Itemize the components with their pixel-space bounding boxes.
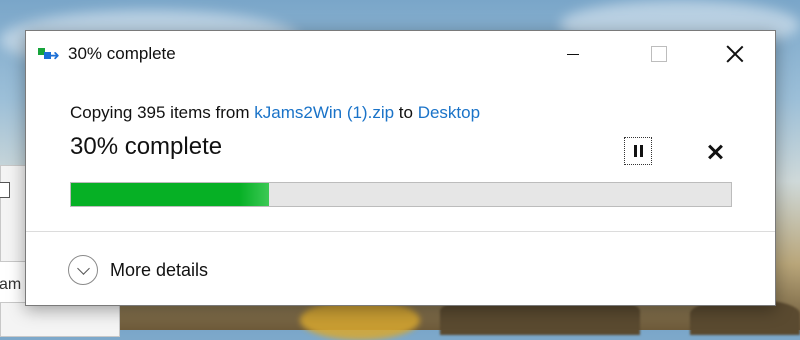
copy-progress-dialog: ➜ 30% complete Copying 395 items from kJ… (25, 30, 776, 306)
close-button[interactable] (712, 31, 758, 77)
progress-status: 30% complete (70, 133, 223, 160)
minimize-icon (567, 53, 579, 55)
chevron-down-icon (76, 261, 90, 275)
pause-icon (633, 145, 643, 157)
minimize-button[interactable] (550, 31, 596, 77)
background-checkbox[interactable] (0, 182, 10, 198)
title-bar[interactable]: ➜ 30% complete (26, 31, 775, 77)
progress-bar-fill (71, 183, 269, 206)
pause-button[interactable] (624, 137, 652, 165)
background-field-text: am (0, 276, 22, 293)
copy-prefix: Copying 395 items from (70, 103, 255, 122)
more-details-label: More details (110, 259, 209, 280)
expand-circle (68, 255, 98, 285)
more-details-button[interactable]: More details (68, 253, 208, 287)
file-copy-icon: ➜ (38, 46, 60, 62)
window-title: 30% complete (68, 44, 176, 63)
maximize-button (636, 31, 682, 77)
cancel-button[interactable] (700, 137, 730, 167)
maximize-icon (651, 46, 667, 62)
close-icon (726, 45, 744, 63)
destination-link[interactable]: Desktop (418, 103, 480, 122)
progress-bar (70, 182, 732, 207)
divider (26, 231, 775, 232)
cancel-icon (708, 145, 722, 159)
copy-middle: to (394, 103, 418, 122)
source-link[interactable]: kJams2Win (1).zip (254, 103, 394, 122)
copy-description: Copying 395 items from kJams2Win (1).zip… (70, 103, 480, 123)
